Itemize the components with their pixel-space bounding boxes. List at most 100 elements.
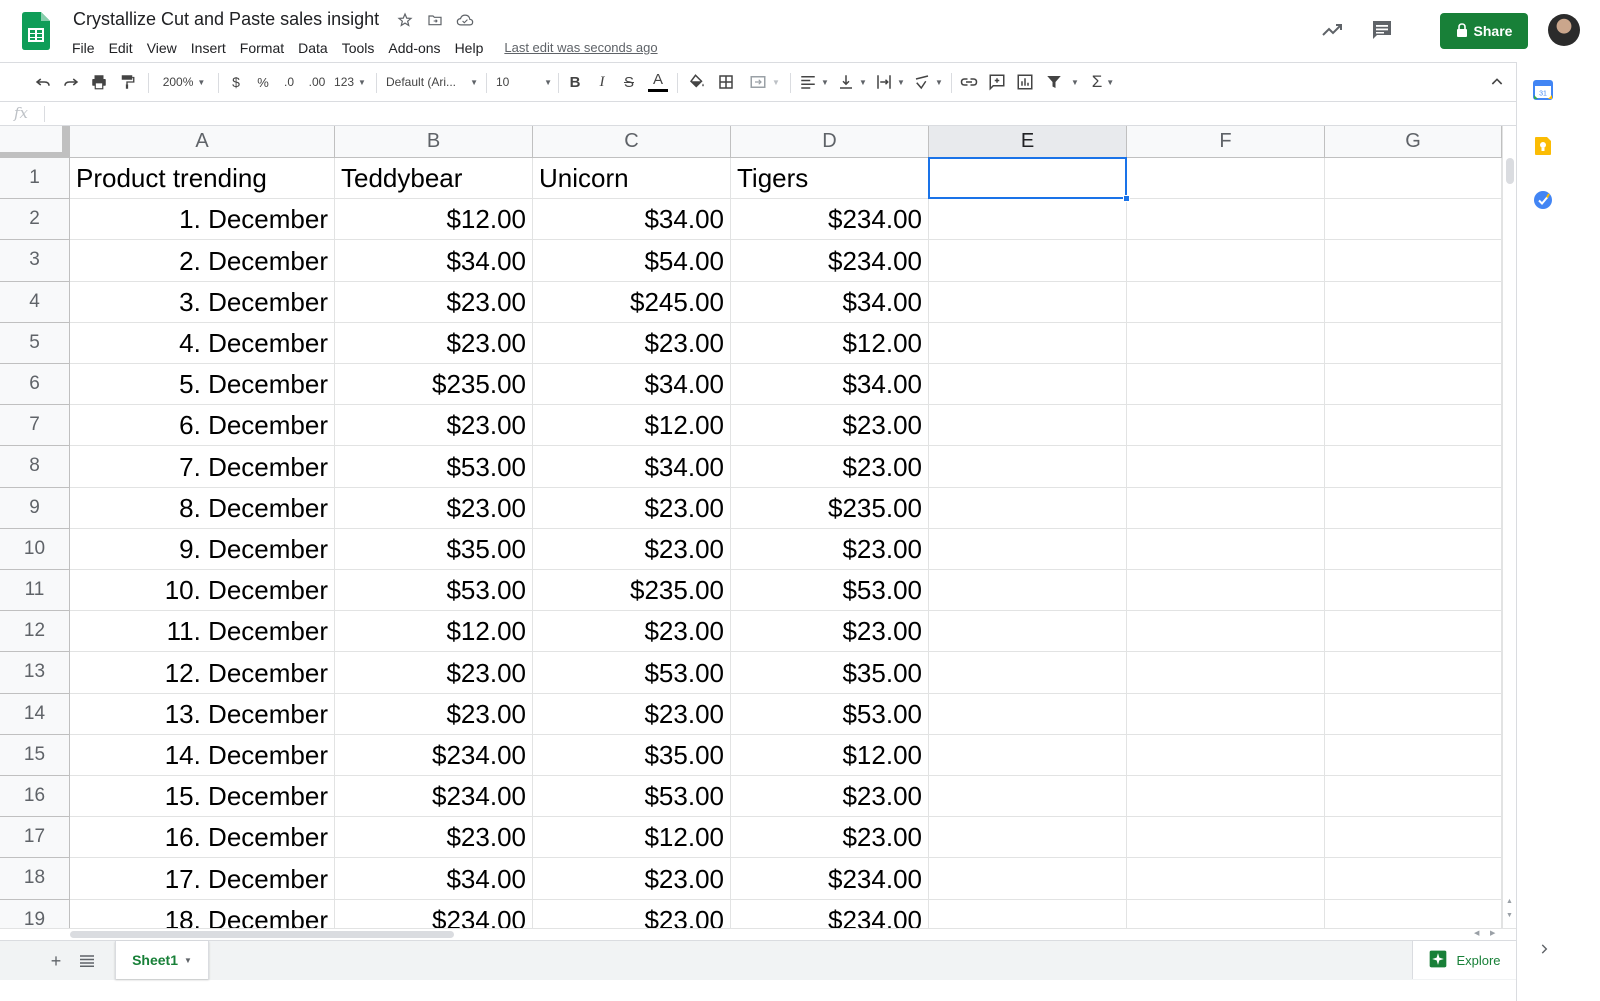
font-size-select[interactable]: 10 ▼ (496, 71, 552, 93)
star-icon[interactable] (396, 11, 414, 29)
cell[interactable] (929, 487, 1127, 529)
cell[interactable]: $235.00 (335, 364, 533, 406)
percent-format-button[interactable]: % (253, 71, 273, 93)
cell[interactable]: $23.00 (335, 693, 533, 735)
cell[interactable]: $35.00 (335, 528, 533, 570)
cell[interactable] (1325, 199, 1502, 241)
cell[interactable]: $23.00 (533, 528, 731, 570)
cell[interactable]: Tigers (731, 158, 929, 200)
add-sheet-icon[interactable]: + (46, 951, 66, 971)
cell[interactable]: 14. December (70, 734, 335, 776)
explore-button[interactable]: Explore (1412, 941, 1516, 979)
scroll-left-arrow[interactable]: ◀ (1474, 929, 1479, 937)
cell[interactable]: 15. December (70, 776, 335, 818)
cell[interactable] (929, 446, 1127, 488)
horizontal-scrollbar[interactable]: ◀ ▶ (0, 928, 1516, 940)
column-header-e[interactable]: E (929, 126, 1127, 158)
cell[interactable] (929, 734, 1127, 776)
cell[interactable]: $12.00 (731, 322, 929, 364)
text-rotate-icon[interactable]: ▼ (912, 71, 944, 93)
row-header[interactable]: 14 (0, 693, 70, 735)
menu-tools[interactable]: Tools (335, 38, 382, 58)
fill-handle[interactable] (1123, 195, 1130, 203)
cell[interactable] (1325, 364, 1502, 406)
cell[interactable]: $23.00 (533, 487, 731, 529)
column-header-f[interactable]: F (1127, 126, 1325, 158)
cell[interactable] (1325, 899, 1502, 928)
insert-chart-icon[interactable] (1014, 71, 1036, 93)
cell[interactable] (929, 240, 1127, 282)
increase-decimal-button[interactable]: .00 (305, 71, 329, 93)
cell[interactable]: $23.00 (731, 446, 929, 488)
cell[interactable]: $235.00 (533, 570, 731, 612)
cell[interactable]: $234.00 (335, 776, 533, 818)
collapse-menus-icon[interactable] (1486, 71, 1508, 93)
scroll-up-arrow[interactable]: ▲ (1506, 898, 1513, 905)
strikethrough-button[interactable]: S (619, 71, 639, 93)
cell[interactable] (929, 158, 1127, 200)
cell[interactable] (1325, 281, 1502, 323)
cell[interactable] (929, 611, 1127, 653)
cell[interactable] (1325, 693, 1502, 735)
cell[interactable]: $235.00 (731, 487, 929, 529)
cell[interactable]: Unicorn (533, 158, 731, 200)
cell[interactable]: $53.00 (533, 776, 731, 818)
print-icon[interactable] (88, 71, 110, 93)
cell[interactable] (1127, 528, 1325, 570)
cell[interactable]: $234.00 (335, 899, 533, 928)
cell[interactable]: $23.00 (335, 281, 533, 323)
italic-button[interactable]: I (592, 71, 612, 93)
cell[interactable]: 2. December (70, 240, 335, 282)
cell[interactable]: $23.00 (335, 322, 533, 364)
row-header[interactable]: 3 (0, 240, 70, 282)
menu-view[interactable]: View (140, 38, 184, 58)
cell[interactable] (929, 322, 1127, 364)
vertical-scroll-thumb[interactable] (1506, 158, 1514, 184)
cell[interactable] (1127, 817, 1325, 859)
formula-input[interactable] (52, 105, 1492, 123)
cell[interactable]: $34.00 (335, 858, 533, 900)
cell[interactable] (1325, 817, 1502, 859)
cell[interactable] (1127, 693, 1325, 735)
row-header[interactable]: 16 (0, 776, 70, 818)
row-header[interactable]: 1 (0, 158, 70, 200)
cell[interactable]: $23.00 (731, 776, 929, 818)
cell[interactable] (1325, 611, 1502, 653)
row-header[interactable]: 19 (0, 899, 70, 928)
cell[interactable] (1127, 899, 1325, 928)
expand-panel-icon[interactable] (1537, 942, 1551, 956)
cell[interactable] (929, 693, 1127, 735)
cell[interactable]: $23.00 (335, 817, 533, 859)
cell[interactable]: $34.00 (335, 240, 533, 282)
cell[interactable]: $23.00 (533, 858, 731, 900)
cell[interactable]: 10. December (70, 570, 335, 612)
cell[interactable]: 18. December (70, 899, 335, 928)
cell[interactable] (929, 817, 1127, 859)
cell[interactable]: Teddybear (335, 158, 533, 200)
currency-format-button[interactable]: $ (226, 71, 246, 93)
cell[interactable] (1127, 611, 1325, 653)
cell[interactable] (1325, 570, 1502, 612)
row-header[interactable]: 9 (0, 487, 70, 529)
cell[interactable] (1127, 240, 1325, 282)
insert-comment-icon[interactable] (986, 71, 1008, 93)
calendar-icon[interactable]: 31 (1533, 80, 1553, 100)
cell[interactable] (929, 281, 1127, 323)
cell[interactable] (929, 199, 1127, 241)
bold-button[interactable]: B (565, 71, 585, 93)
row-header[interactable]: 6 (0, 364, 70, 406)
row-header[interactable]: 11 (0, 570, 70, 612)
cell[interactable]: $54.00 (533, 240, 731, 282)
cell[interactable] (1325, 734, 1502, 776)
cell[interactable] (1127, 322, 1325, 364)
cell[interactable] (1127, 199, 1325, 241)
row-header[interactable]: 17 (0, 817, 70, 859)
horizontal-align-icon[interactable]: ▼ (798, 71, 830, 93)
cell[interactable]: $53.00 (731, 693, 929, 735)
column-header-a[interactable]: A (70, 126, 335, 158)
text-color-button[interactable]: A (647, 71, 669, 93)
cell[interactable] (929, 405, 1127, 447)
keep-icon[interactable] (1533, 136, 1553, 156)
cell[interactable] (1127, 487, 1325, 529)
menu-format[interactable]: Format (233, 38, 291, 58)
